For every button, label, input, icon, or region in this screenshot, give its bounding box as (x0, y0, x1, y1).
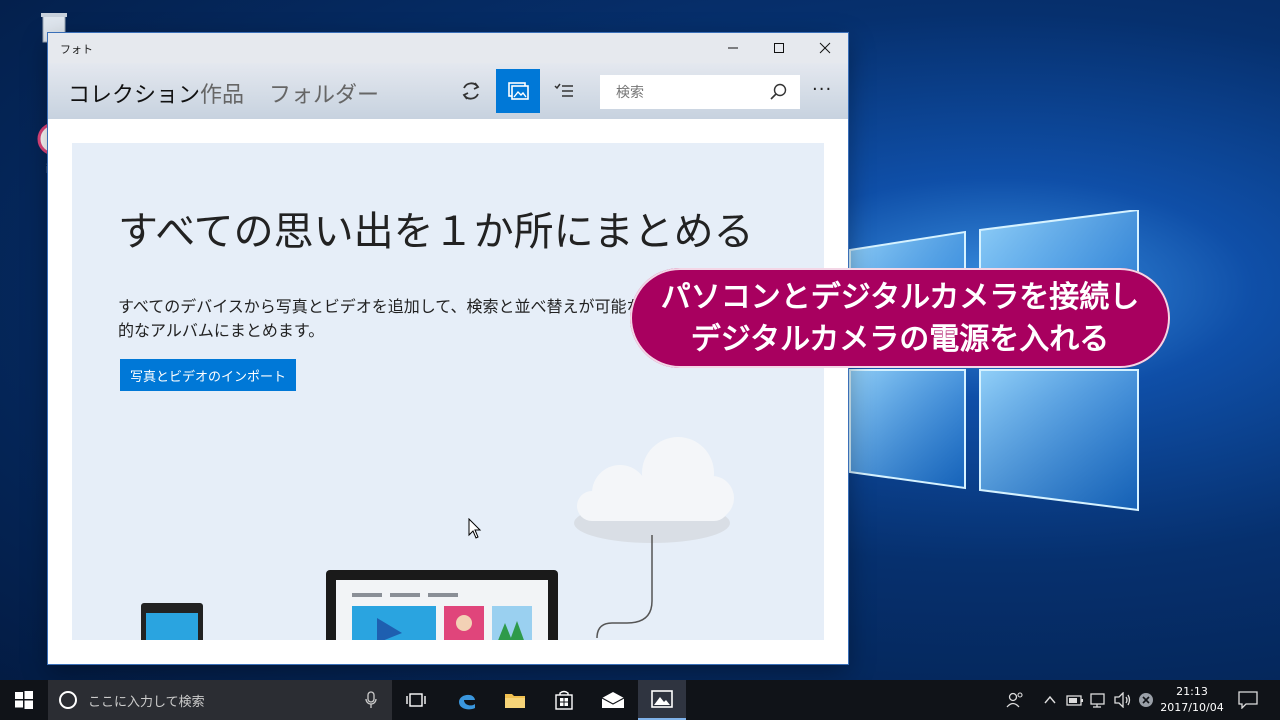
title-bar: フォト (48, 33, 848, 63)
devices-illustration (141, 437, 734, 640)
notification-badge-icon[interactable] (1138, 692, 1154, 708)
refresh-icon (462, 82, 480, 100)
import-icon (508, 82, 529, 100)
cloud-icon (574, 437, 734, 543)
people-icon[interactable] (1006, 691, 1024, 709)
page-title: すべての思い出を１か所にまとめる (118, 209, 754, 255)
window-title: フォト (60, 43, 93, 56)
photos-app-icon (651, 690, 673, 708)
action-center-icon[interactable] (1238, 691, 1258, 709)
tab-folders[interactable]: フォルダー (269, 77, 379, 109)
task-view-icon (406, 693, 426, 707)
instruction-callout: パソコンとデジタルカメラを接続し デジタルカメラの電源を入れる (630, 268, 1170, 368)
volume-icon[interactable] (1114, 692, 1132, 708)
taskbar: ここに入力して検索 21:13 2017/10/04 (0, 680, 1280, 720)
tab-albums[interactable]: 作品 (200, 77, 244, 109)
more-options-button[interactable]: ··· (812, 79, 832, 100)
close-icon (819, 42, 831, 54)
select-button[interactable] (542, 69, 586, 113)
task-view-button[interactable] (392, 680, 440, 720)
minimize-icon (728, 47, 738, 49)
tab-collection[interactable]: コレクション (68, 77, 200, 109)
maximize-icon (774, 43, 784, 53)
maximize-button[interactable] (756, 33, 802, 63)
mouse-cursor-icon (468, 518, 482, 539)
microphone-icon[interactable] (364, 691, 378, 709)
import-photos-button[interactable]: 写真とビデオのインポート (120, 359, 297, 391)
app-bar: コレクション 作品 フォルダー 検索 ··· (48, 63, 848, 119)
callout-line-2: デジタルカメラの電源を入れる (690, 322, 1110, 357)
edge-browser-icon (459, 694, 475, 710)
callout-line-1: パソコンとデジタルカメラを接続し (660, 280, 1140, 315)
mail-icon (601, 692, 625, 708)
battery-icon[interactable] (1066, 692, 1084, 708)
store-icon (555, 690, 573, 710)
page-description: すべてのデバイスから写真とビデオを追加して、検索と並べ替えが可能な創造的なアルバ… (118, 297, 675, 340)
network-icon[interactable] (1090, 692, 1108, 708)
start-button[interactable] (0, 680, 48, 720)
cortana-icon (59, 691, 77, 709)
system-clock[interactable]: 21:13 2017/10/04 (1160, 684, 1224, 716)
taskbar-store[interactable] (540, 680, 588, 720)
search-icon[interactable] (768, 82, 788, 102)
multi-select-icon (554, 83, 573, 97)
clock-date: 2017/10/04 (1160, 701, 1224, 714)
taskbar-mail[interactable] (589, 680, 637, 720)
taskbar-file-explorer[interactable] (491, 680, 539, 720)
folder-icon (505, 694, 525, 708)
chevron-up-icon[interactable] (1044, 695, 1056, 705)
windows-start-icon (15, 691, 33, 709)
taskbar-search-box[interactable]: ここに入力して検索 (48, 680, 392, 720)
taskbar-edge[interactable] (443, 680, 491, 720)
minimize-button[interactable] (710, 33, 756, 63)
close-button[interactable] (802, 33, 848, 63)
clock-time: 21:13 (1176, 685, 1208, 698)
search-box[interactable] (600, 75, 800, 111)
search-input[interactable] (600, 75, 768, 111)
refresh-button[interactable] (449, 69, 493, 113)
taskbar-search-placeholder: ここに入力して検索 (88, 695, 205, 710)
import-button[interactable] (496, 69, 540, 113)
collection-empty-state: すべての思い出を１か所にまとめる すべてのデバイスから写真とビデオを追加して、検… (72, 143, 824, 640)
taskbar-photos[interactable] (638, 680, 686, 720)
